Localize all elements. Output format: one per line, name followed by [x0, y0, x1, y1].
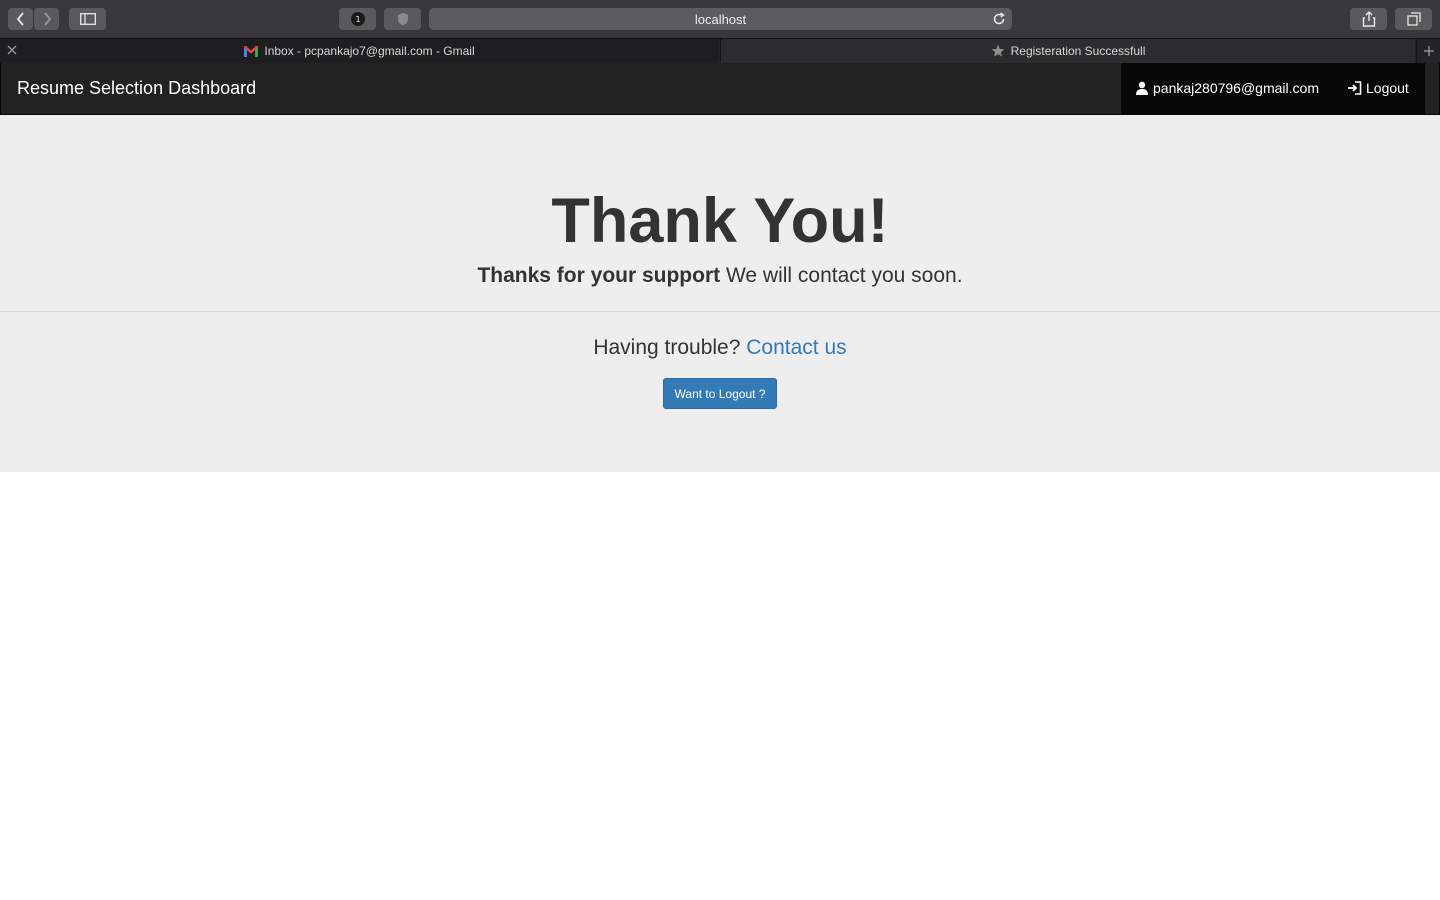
logout-label: Logout [1366, 80, 1409, 96]
user-menu[interactable]: pankaj280796@gmail.com [1135, 80, 1319, 96]
lead-text: Thanks for your support We will contact … [0, 264, 1440, 288]
jumbotron: Thank You! Thanks for your support We wi… [0, 115, 1440, 472]
tabs-overview-icon [1406, 12, 1421, 26]
address-bar[interactable]: localhost [429, 8, 1012, 30]
browser-toolbar: 1 localhost [0, 0, 1440, 38]
trouble-label: Having trouble? [593, 336, 747, 359]
want-to-logout-button[interactable]: Want to Logout ? [663, 378, 777, 409]
tab-label: Inbox - pcpankajo7@gmail.com - Gmail [264, 44, 475, 58]
navbar-brand[interactable]: Resume Selection Dashboard [17, 78, 256, 99]
share-icon [1362, 11, 1375, 27]
svg-text:1: 1 [355, 15, 360, 24]
user-email: pankaj280796@gmail.com [1153, 80, 1319, 96]
password-manager-icon: 1 [350, 12, 365, 26]
address-text: localhost [694, 12, 747, 27]
share-button[interactable] [1350, 8, 1387, 30]
plus-icon [1423, 46, 1434, 56]
user-icon [1136, 81, 1148, 95]
tab-label: Registeration Successfull [1010, 44, 1146, 58]
password-manager-button[interactable]: 1 [339, 8, 376, 30]
sidebar-button[interactable] [69, 8, 106, 30]
navbar: Resume Selection Dashboard pankaj280796@… [0, 63, 1440, 115]
contact-link[interactable]: Contact us [746, 336, 846, 359]
page-title: Thank You! [551, 186, 889, 256]
close-icon[interactable] [6, 44, 18, 56]
shield-button[interactable] [384, 8, 421, 30]
shield-icon [397, 13, 408, 25]
tab-registration[interactable]: Registeration Successfull [720, 39, 1415, 63]
navbar-logout-link[interactable]: Logout [1347, 80, 1409, 96]
forward-button[interactable] [34, 8, 59, 30]
navbar-right: pankaj280796@gmail.com Logout [1121, 63, 1425, 114]
tab-bar: Inbox - pcpankajo7@gmail.com - Gmail Reg… [0, 38, 1440, 63]
sidebar-icon [79, 13, 96, 25]
divider [0, 311, 1440, 312]
gmail-icon [244, 45, 259, 57]
tabs-overview-button[interactable] [1395, 8, 1432, 30]
trouble-text: Having trouble? Contact us [0, 336, 1440, 360]
lead-message: We will contact you soon. [720, 264, 963, 287]
back-button[interactable] [8, 8, 33, 30]
lead-strong: Thanks for your support [477, 264, 721, 287]
login-icon [1348, 81, 1362, 95]
chevron-left-icon [16, 12, 24, 26]
tab-gmail[interactable]: Inbox - pcpankajo7@gmail.com - Gmail [0, 39, 719, 63]
new-tab-button[interactable] [1416, 39, 1440, 63]
reload-icon[interactable] [992, 12, 1006, 26]
chevron-right-icon [43, 12, 51, 26]
star-icon [991, 44, 1004, 57]
